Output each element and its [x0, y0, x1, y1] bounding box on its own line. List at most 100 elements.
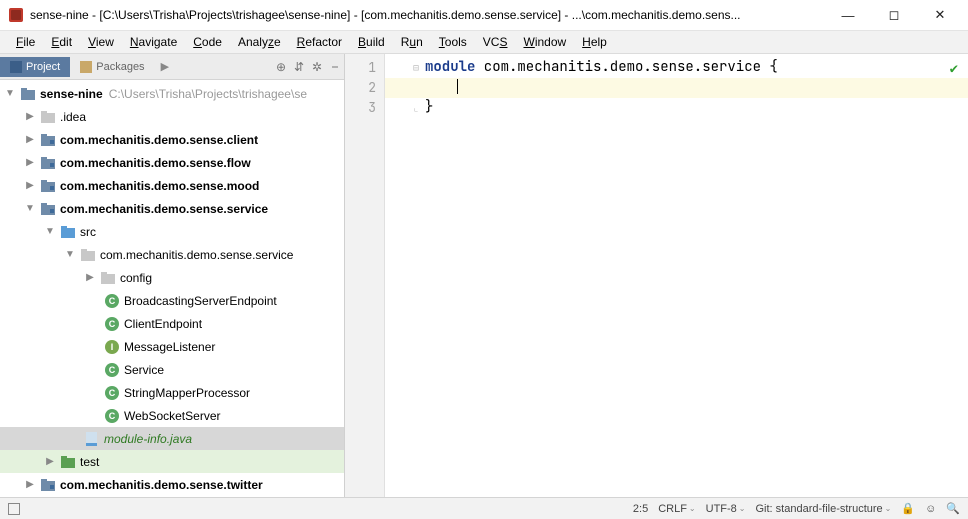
project-panel: Project Packages ▶ ⊕ ⇵ ✲ ⎯ sense-nine C:… — [0, 54, 345, 497]
fold-end-icon[interactable]: ⌞ — [413, 99, 423, 117]
tool-window-toggle-icon[interactable] — [8, 503, 20, 515]
status-face-icon[interactable]: ☺ — [925, 503, 936, 515]
tree-mood[interactable]: com.mechanitis.demo.sense.mood — [0, 174, 344, 197]
code-line-1[interactable]: ⊟module com.mechanitis.demo.sense.servic… — [385, 58, 968, 78]
editor[interactable]: 1 2 3 ✔ ⊟module com.mechanitis.demo.sens… — [345, 54, 968, 497]
status-encoding[interactable]: UTF-8⌄ — [706, 503, 746, 515]
target-icon[interactable]: ⊕ — [272, 60, 290, 74]
menu-view[interactable]: View — [82, 33, 120, 51]
tree-src[interactable]: src — [0, 220, 344, 243]
chevron-down-icon[interactable] — [24, 203, 36, 214]
class-icon: C — [104, 408, 120, 424]
tab-packages[interactable]: Packages — [70, 57, 154, 77]
status-lock-icon[interactable]: 🔒 — [901, 502, 915, 515]
menu-edit[interactable]: Edit — [45, 33, 78, 51]
tree-ce-label: ClientEndpoint — [124, 317, 202, 331]
chevron-right-icon[interactable] — [24, 111, 36, 122]
tree-mood-label: com.mechanitis.demo.sense.mood — [60, 179, 259, 193]
tree-ml[interactable]: I MessageListener — [0, 335, 344, 358]
module-icon — [40, 132, 56, 148]
tree-twitter[interactable]: com.mechanitis.demo.sense.twitter — [0, 473, 344, 496]
tab-packages-label: Packages — [96, 61, 144, 73]
code-area[interactable]: ✔ ⊟module com.mechanitis.demo.sense.serv… — [385, 54, 968, 497]
menu-refactor[interactable]: Refactor — [291, 33, 348, 51]
menu-navigate[interactable]: Navigate — [124, 33, 183, 51]
window-controls: — ◻ ✕ — [828, 7, 960, 23]
gutter-line-3[interactable]: 3 — [345, 98, 384, 118]
class-icon: C — [104, 362, 120, 378]
menu-vcs[interactable]: VCS — [477, 33, 514, 51]
menu-help[interactable]: Help — [576, 33, 613, 51]
chevron-right-icon[interactable] — [24, 157, 36, 168]
tab-run-toolbar[interactable]: ▶ — [155, 56, 175, 77]
source-folder-icon — [60, 224, 76, 240]
menu-code[interactable]: Code — [187, 33, 228, 51]
tree-module-info[interactable]: module-info.java — [0, 427, 344, 450]
titlebar: sense-nine - [C:\Users\Trisha\Projects\t… — [0, 0, 968, 30]
menu-analyze[interactable]: Analyze — [232, 33, 287, 51]
chevron-right-icon[interactable] — [24, 134, 36, 145]
chevron-down-icon[interactable] — [4, 88, 16, 99]
chevron-right-icon[interactable] — [84, 272, 96, 283]
tree-client[interactable]: com.mechanitis.demo.sense.client — [0, 128, 344, 151]
play-icon: ▶ — [161, 60, 169, 73]
menu-file[interactable]: File — [10, 33, 41, 51]
maximize-button[interactable]: ◻ — [880, 7, 908, 23]
package-icon — [80, 247, 96, 263]
tree-ce[interactable]: C ClientEndpoint — [0, 312, 344, 335]
tree-service[interactable]: com.mechanitis.demo.sense.service — [0, 197, 344, 220]
gutter[interactable]: 1 2 3 — [345, 54, 385, 497]
tree-idea[interactable]: .idea — [0, 105, 344, 128]
gutter-line-2[interactable]: 2 — [345, 78, 384, 98]
tab-project[interactable]: Project — [0, 57, 70, 77]
status-search-icon[interactable]: 🔍 — [946, 502, 960, 515]
fold-icon[interactable]: ⊟ — [413, 59, 423, 77]
gear-icon[interactable]: ✲ — [308, 60, 326, 74]
tree-svc[interactable]: C Service — [0, 358, 344, 381]
tree-service-label: com.mechanitis.demo.sense.service — [60, 202, 268, 216]
status-caret-position[interactable]: 2:5 — [633, 503, 648, 515]
tree-svc-label: Service — [124, 363, 164, 377]
tree-config-label: config — [120, 271, 152, 285]
code-line-2[interactable] — [385, 78, 968, 98]
tree-twitter-label: com.mechanitis.demo.sense.twitter — [60, 478, 263, 492]
chevron-right-icon[interactable] — [24, 479, 36, 490]
minimize-button[interactable]: — — [834, 8, 862, 23]
tree-flow[interactable]: com.mechanitis.demo.sense.flow — [0, 151, 344, 174]
close-button[interactable]: ✕ — [926, 7, 954, 23]
menu-window[interactable]: Window — [517, 33, 572, 51]
class-icon: C — [104, 316, 120, 332]
tree-test-label: test — [80, 455, 99, 469]
tree-client-label: com.mechanitis.demo.sense.client — [60, 133, 258, 147]
main: Project Packages ▶ ⊕ ⇵ ✲ ⎯ sense-nine C:… — [0, 54, 968, 497]
window-title: sense-nine - [C:\Users\Trisha\Projects\t… — [30, 8, 828, 22]
chevron-down-icon[interactable] — [44, 226, 56, 237]
gutter-line-1[interactable]: 1 — [345, 58, 384, 78]
chevron-right-icon[interactable] — [24, 180, 36, 191]
tree-smp[interactable]: C StringMapperProcessor — [0, 381, 344, 404]
menu-build[interactable]: Build — [352, 33, 391, 51]
tree-root[interactable]: sense-nine C:\Users\Trisha\Projects\tris… — [0, 82, 344, 105]
tree-wss[interactable]: C WebSocketServer — [0, 404, 344, 427]
tree-config[interactable]: config — [0, 266, 344, 289]
module-icon — [40, 477, 56, 493]
status-git-branch[interactable]: Git: standard-file-structure⌄ — [756, 503, 892, 515]
tree-wss-label: WebSocketServer — [124, 409, 221, 423]
collapse-icon[interactable]: ⇵ — [290, 60, 308, 74]
chevron-down-icon[interactable] — [64, 249, 76, 260]
chevron-right-icon[interactable] — [44, 456, 56, 467]
tree-idea-label: .idea — [60, 110, 86, 124]
app-icon — [8, 7, 24, 23]
module-icon — [40, 201, 56, 217]
project-tree[interactable]: sense-nine C:\Users\Trisha\Projects\tris… — [0, 80, 344, 497]
tree-smp-label: StringMapperProcessor — [124, 386, 250, 400]
menu-tools[interactable]: Tools — [433, 33, 473, 51]
tree-pkg[interactable]: com.mechanitis.demo.sense.service — [0, 243, 344, 266]
code-line-3[interactable]: ⌞} — [385, 98, 968, 118]
status-linesep[interactable]: CRLF⌄ — [658, 503, 695, 515]
inspection-ok-icon[interactable]: ✔ — [950, 60, 958, 78]
menu-run[interactable]: Run — [395, 33, 429, 51]
tree-bse[interactable]: C BroadcastingServerEndpoint — [0, 289, 344, 312]
hide-icon[interactable]: ⎯ — [326, 59, 344, 74]
tree-test[interactable]: test — [0, 450, 344, 473]
